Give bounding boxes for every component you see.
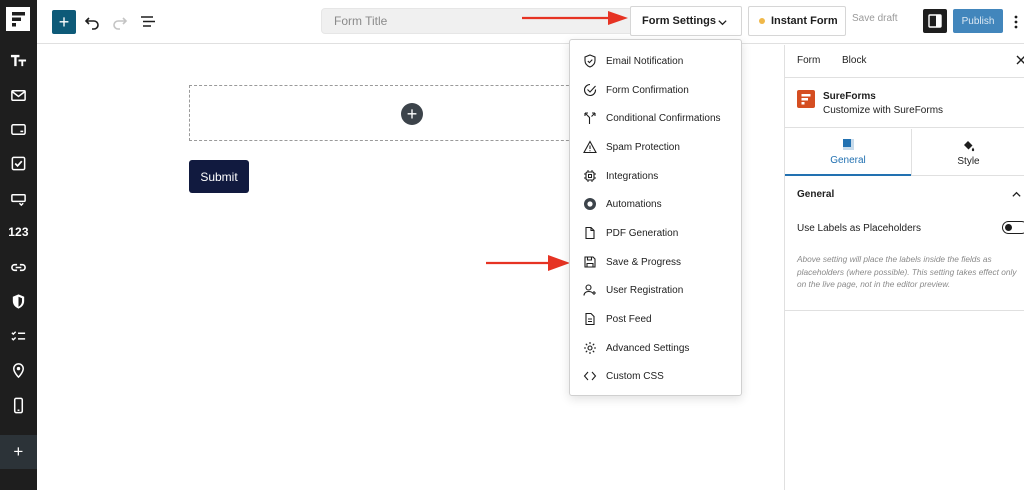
- menu-item-label: Spam Protection: [606, 141, 680, 153]
- number-block-icon[interactable]: 123: [0, 215, 37, 249]
- menu-item-advanced-settings[interactable]: Advanced Settings: [570, 334, 741, 362]
- menu-item-label: Automations: [606, 198, 662, 210]
- checklist-block-icon[interactable]: [0, 319, 37, 353]
- code-icon: [583, 371, 597, 381]
- settings-sidebar: Form Block SureForms Customize with Sure…: [784, 45, 1024, 490]
- tab-style-label: Style: [957, 155, 980, 167]
- branch-icon: [584, 112, 596, 124]
- shield-block-icon[interactable]: [0, 284, 37, 318]
- menu-item-email-notification[interactable]: Email Notification: [570, 47, 741, 75]
- sidebar-toggle-icon: [928, 14, 942, 28]
- check-circle-icon: [584, 83, 597, 97]
- paint-bucket-icon: [964, 140, 975, 151]
- tab-form[interactable]: Form: [797, 55, 820, 66]
- menu-item-label: Custom CSS: [606, 370, 664, 382]
- add-block-button[interactable]: +: [401, 103, 423, 125]
- warning-icon: [583, 140, 597, 154]
- plugin-header: SureForms Customize with SureForms: [785, 78, 1024, 128]
- sureforms-logo-icon[interactable]: [6, 7, 30, 31]
- floppy-icon: [584, 256, 596, 268]
- menu-item-save-progress[interactable]: Save & Progress: [570, 248, 741, 276]
- toggle-knob: [1005, 224, 1012, 231]
- link-block-icon[interactable]: [0, 250, 37, 284]
- menu-item-form-confirmation[interactable]: Form Confirmation: [570, 76, 741, 104]
- phone-block-icon[interactable]: [0, 388, 37, 422]
- menu-item-label: Email Notification: [606, 55, 684, 67]
- menu-item-pdf-generation[interactable]: PDF Generation: [570, 219, 741, 247]
- chevron-up-icon[interactable]: [1011, 189, 1022, 200]
- tab-general[interactable]: General: [785, 129, 911, 176]
- annotation-arrow-form-settings: [522, 11, 628, 25]
- dropdown-block-icon[interactable]: [0, 181, 37, 215]
- option-label: Use Labels as Placeholders: [797, 223, 921, 234]
- panel-subtabs: General Style: [785, 129, 1024, 176]
- checkbox-block-icon[interactable]: [0, 146, 37, 180]
- more-blocks-button[interactable]: +: [0, 435, 37, 469]
- redo-icon[interactable]: [109, 11, 131, 33]
- menu-item-spam-protection[interactable]: Spam Protection: [570, 133, 741, 161]
- settings-tabs: Form Block: [785, 45, 1024, 78]
- general-section: General Use Labels as Placeholders Above…: [785, 177, 1024, 311]
- section-title[interactable]: General: [797, 189, 834, 200]
- instant-form-label: Instant Form: [771, 15, 838, 27]
- tab-block[interactable]: Block: [842, 55, 866, 66]
- close-icon[interactable]: [1015, 54, 1024, 66]
- menu-item-label: Post Feed: [606, 313, 652, 325]
- tab-style[interactable]: Style: [912, 129, 1024, 176]
- plugin-description: Customize with SureForms: [823, 105, 944, 116]
- document-overview-icon[interactable]: [137, 11, 159, 33]
- add-block-toggle-button[interactable]: +: [52, 10, 76, 34]
- menu-item-custom-css[interactable]: Custom CSS: [570, 362, 741, 390]
- chevron-down-icon: [718, 20, 727, 26]
- menu-item-label: Conditional Confirmations: [606, 112, 721, 124]
- menu-item-label: Form Confirmation: [606, 84, 689, 96]
- labels-as-placeholders-toggle[interactable]: [1002, 221, 1024, 234]
- form-settings-menu: Email Notification Form Confirmation Con…: [569, 39, 742, 396]
- typography-block-icon[interactable]: [0, 43, 37, 77]
- help-text: Above setting will place the labels insi…: [797, 254, 1017, 289]
- tab-general-label: General: [830, 154, 866, 166]
- plugin-name: SureForms: [823, 91, 876, 102]
- number-block-label: 123: [8, 225, 29, 239]
- menu-item-conditional-confirmations[interactable]: Conditional Confirmations: [570, 104, 741, 132]
- instant-form-button[interactable]: Instant Form: [748, 6, 846, 36]
- chip-icon: [584, 170, 596, 182]
- menu-item-automations[interactable]: Automations: [570, 190, 741, 218]
- annotation-arrow-save-progress: [486, 255, 570, 271]
- menu-item-label: PDF Generation: [606, 227, 679, 239]
- publish-button[interactable]: Publish: [953, 9, 1003, 33]
- menu-item-label: Save & Progress: [606, 256, 682, 268]
- submit-button[interactable]: Submit: [189, 160, 249, 193]
- location-pin-block-icon[interactable]: [0, 353, 37, 387]
- block-inserter-sidebar: 123 +: [0, 0, 37, 490]
- input-field-block-icon[interactable]: [0, 112, 37, 146]
- undo-icon[interactable]: [81, 11, 103, 33]
- post-icon: [585, 312, 595, 326]
- plus-icon: +: [13, 442, 24, 461]
- user-plus-icon: [583, 284, 596, 296]
- settings-panel-toggle-button[interactable]: [923, 9, 947, 33]
- menu-item-label: Integrations: [606, 170, 659, 182]
- block-appender[interactable]: +: [189, 85, 589, 141]
- menu-item-label: Advanced Settings: [606, 342, 690, 354]
- save-draft-button[interactable]: Save draft: [852, 13, 898, 24]
- sureforms-icon: [797, 90, 815, 108]
- mail-block-icon[interactable]: [0, 78, 37, 112]
- document-icon: [585, 226, 595, 240]
- form-settings-button[interactable]: Form Settings: [630, 6, 742, 36]
- menu-item-post-feed[interactable]: Post Feed: [570, 305, 741, 333]
- shield-check-icon: [584, 54, 596, 68]
- gear-icon: [584, 342, 596, 354]
- form-settings-label: Form Settings: [642, 15, 716, 27]
- menu-item-integrations[interactable]: Integrations: [570, 162, 741, 190]
- automation-icon: [584, 198, 596, 210]
- status-dot-icon: [759, 18, 765, 24]
- more-options-icon[interactable]: [1009, 11, 1023, 33]
- menu-item-user-registration[interactable]: User Registration: [570, 276, 741, 304]
- general-settings-icon: [842, 138, 854, 150]
- subtab-divider: [911, 129, 912, 176]
- menu-item-label: User Registration: [606, 284, 684, 296]
